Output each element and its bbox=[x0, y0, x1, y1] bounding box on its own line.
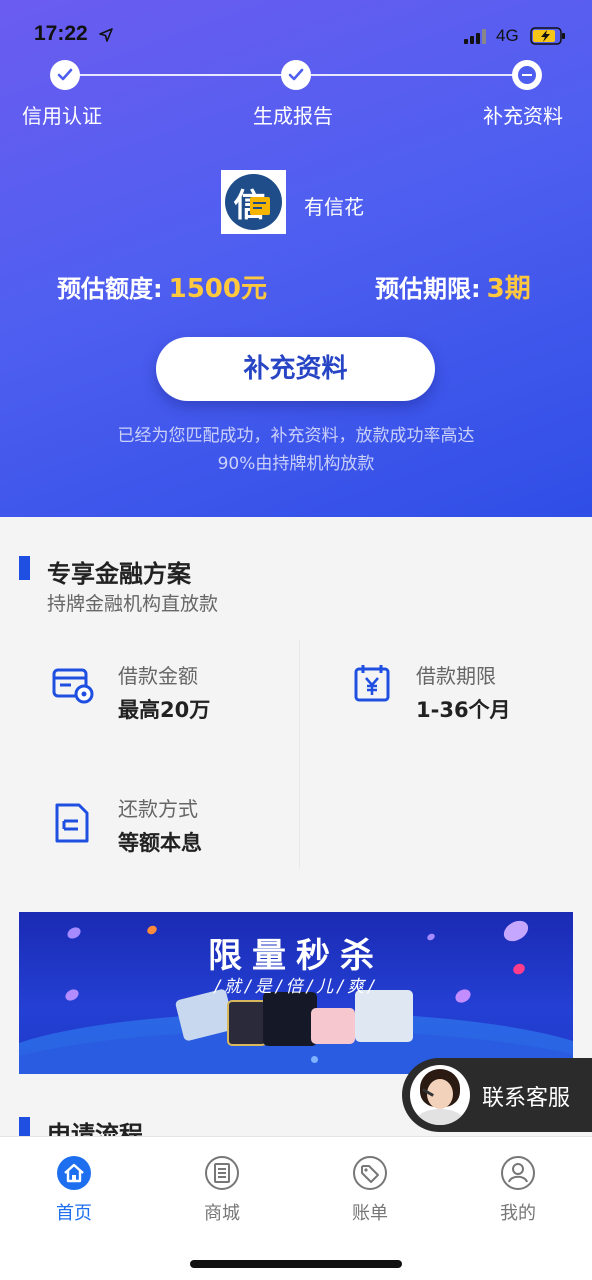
estimated-amount-label: 预估额度: bbox=[57, 275, 163, 303]
brand-logo: 信 bbox=[221, 170, 286, 234]
user-icon bbox=[501, 1156, 535, 1190]
banner-title: 限量秒杀 bbox=[208, 936, 384, 976]
tab-bill-label: 账单 bbox=[352, 1203, 388, 1224]
network-label: 4G bbox=[496, 26, 519, 45]
step-label: 信用认证 bbox=[22, 104, 102, 128]
shop-icon bbox=[205, 1156, 239, 1190]
grid-divider bbox=[299, 640, 300, 868]
tab-shop-label: 商城 bbox=[204, 1203, 240, 1224]
match-note-line1: 已经为您匹配成功，补充资料，放款成功率高达 bbox=[117, 426, 475, 446]
step-label: 补充资料 bbox=[483, 104, 563, 128]
section-title: 专享金融方案 bbox=[47, 560, 191, 588]
tab-shop[interactable]: 商城 bbox=[148, 1153, 296, 1233]
supplement-info-button[interactable]: 补充资料 bbox=[156, 337, 435, 401]
carousel-indicator bbox=[311, 1056, 318, 1063]
estimated-amount: 预估额度: 1500元 bbox=[57, 268, 267, 305]
section-marker bbox=[19, 556, 30, 580]
step-done-icon bbox=[281, 60, 311, 90]
progress-steps: 信用认证 生成报告 补充资料 bbox=[0, 58, 592, 128]
signal-icon bbox=[464, 28, 490, 44]
estimated-term: 预估期限: 3期 bbox=[375, 268, 531, 305]
repayment-method-label: 还款方式 bbox=[118, 797, 198, 821]
section-subtitle: 持牌金融机构直放款 bbox=[47, 593, 219, 615]
home-icon bbox=[57, 1156, 91, 1190]
header-panel: 17:22 4G 信用认证 生成报告 补充资料 有信花 预估额度: 1500元 … bbox=[0, 0, 592, 517]
document-icon bbox=[55, 803, 89, 843]
loan-term-value: 1-36个月 bbox=[416, 698, 511, 722]
tab-home-label: 首页 bbox=[56, 1203, 92, 1224]
location-arrow-icon bbox=[99, 28, 113, 42]
tab-mine[interactable]: 我的 bbox=[444, 1153, 592, 1233]
home-indicator bbox=[190, 1260, 402, 1268]
tab-home[interactable]: 首页 bbox=[0, 1153, 148, 1233]
estimated-term-label: 预估期限: bbox=[375, 275, 481, 303]
calendar-yen-icon bbox=[354, 665, 390, 702]
tab-mine-label: 我的 bbox=[500, 1203, 536, 1224]
estimated-amount-value: 1500元 bbox=[168, 274, 267, 304]
agent-avatar bbox=[410, 1065, 470, 1125]
battery-charging-icon bbox=[530, 27, 565, 45]
tab-bill[interactable]: 账单 bbox=[296, 1153, 444, 1233]
loan-term-label: 借款期限 bbox=[416, 664, 496, 688]
status-time: 17:22 bbox=[34, 22, 88, 45]
match-note-line2: 90%由持牌机构放款 bbox=[217, 454, 375, 474]
card-icon bbox=[52, 668, 94, 704]
brand-name: 有信花 bbox=[304, 195, 364, 219]
banner-subtitle: /就/是/倍/儿/爽/ bbox=[214, 977, 378, 997]
loan-amount-value: 最高20万 bbox=[118, 698, 211, 722]
contact-service-button[interactable]: 联系客服 bbox=[402, 1058, 592, 1132]
tab-bar: 首页 商城 账单 我的 bbox=[0, 1136, 592, 1280]
status-bar: 17:22 4G bbox=[0, 0, 592, 60]
estimated-term-value: 3期 bbox=[486, 274, 531, 304]
contact-service-label: 联系客服 bbox=[482, 1086, 571, 1111]
loan-amount-label: 借款金额 bbox=[118, 664, 198, 688]
repayment-method-value: 等额本息 bbox=[118, 831, 202, 855]
flash-sale-banner[interactable]: 限量秒杀 /就/是/倍/儿/爽/ bbox=[19, 912, 573, 1074]
step-label: 生成报告 bbox=[253, 104, 333, 128]
bill-tag-icon bbox=[353, 1156, 387, 1190]
step-current-icon bbox=[512, 60, 542, 90]
step-done-icon bbox=[50, 60, 80, 90]
